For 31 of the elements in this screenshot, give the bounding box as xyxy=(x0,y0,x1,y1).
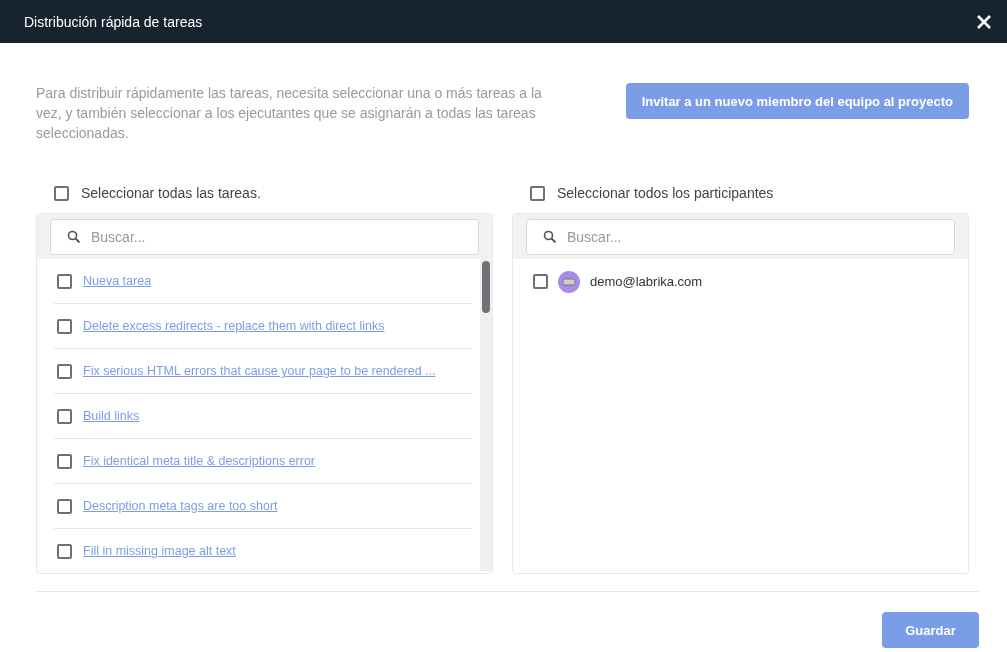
checkbox[interactable] xyxy=(530,185,545,201)
member-email[interactable]: demo@labrika.com xyxy=(590,274,703,289)
window-title: Distribución rápida de tareas xyxy=(24,13,203,30)
search-icon xyxy=(543,230,557,244)
close-icon[interactable] xyxy=(976,13,992,30)
task-link[interactable]: Nueva tarea xyxy=(83,274,152,288)
checkbox[interactable] xyxy=(57,363,72,379)
save-button[interactable]: Guardar xyxy=(882,612,979,648)
avatar-icon xyxy=(558,270,580,293)
checkbox[interactable] xyxy=(57,408,72,424)
task-link[interactable]: Delete excess redirects - replace them with direct links xyxy=(83,319,385,333)
task-link[interactable]: Fix serious HTML errors that cause your page to be rendered ... xyxy=(83,364,436,378)
search-field[interactable]: Buscar... xyxy=(50,219,479,255)
task-link[interactable]: Fill in missing image alt text xyxy=(83,544,236,558)
task-link[interactable]: Fix identical meta title & descriptions error xyxy=(83,454,316,468)
invite-member-button[interactable]: Invitar a un nuevo miembro del equipo al proyecto xyxy=(625,83,969,119)
checkbox[interactable] xyxy=(54,185,69,201)
checkbox[interactable] xyxy=(57,453,72,469)
task-link[interactable]: Description meta tags are too short xyxy=(83,499,278,513)
search-icon xyxy=(67,230,81,244)
search-field[interactable]: Buscar... xyxy=(526,219,955,255)
checkbox[interactable] xyxy=(57,273,72,289)
checkbox[interactable] xyxy=(533,274,548,289)
scrollbar[interactable] xyxy=(480,259,492,571)
checkbox[interactable] xyxy=(57,498,72,514)
select-all-label: Seleccionar todos los participantes xyxy=(557,185,774,201)
checkbox[interactable] xyxy=(57,318,72,334)
task-link[interactable]: Build links xyxy=(83,409,140,423)
checkbox[interactable] xyxy=(57,543,72,559)
intro-text: Para distribuir rápidamente las tareas, necesita seleccionar una o más tareas a la vez, y también seleccionar a los ejecutantes que se asignarán a todas las tareas seleccionadas. xyxy=(36,84,543,143)
select-all-label: Seleccionar todas las tareas. xyxy=(81,185,261,201)
